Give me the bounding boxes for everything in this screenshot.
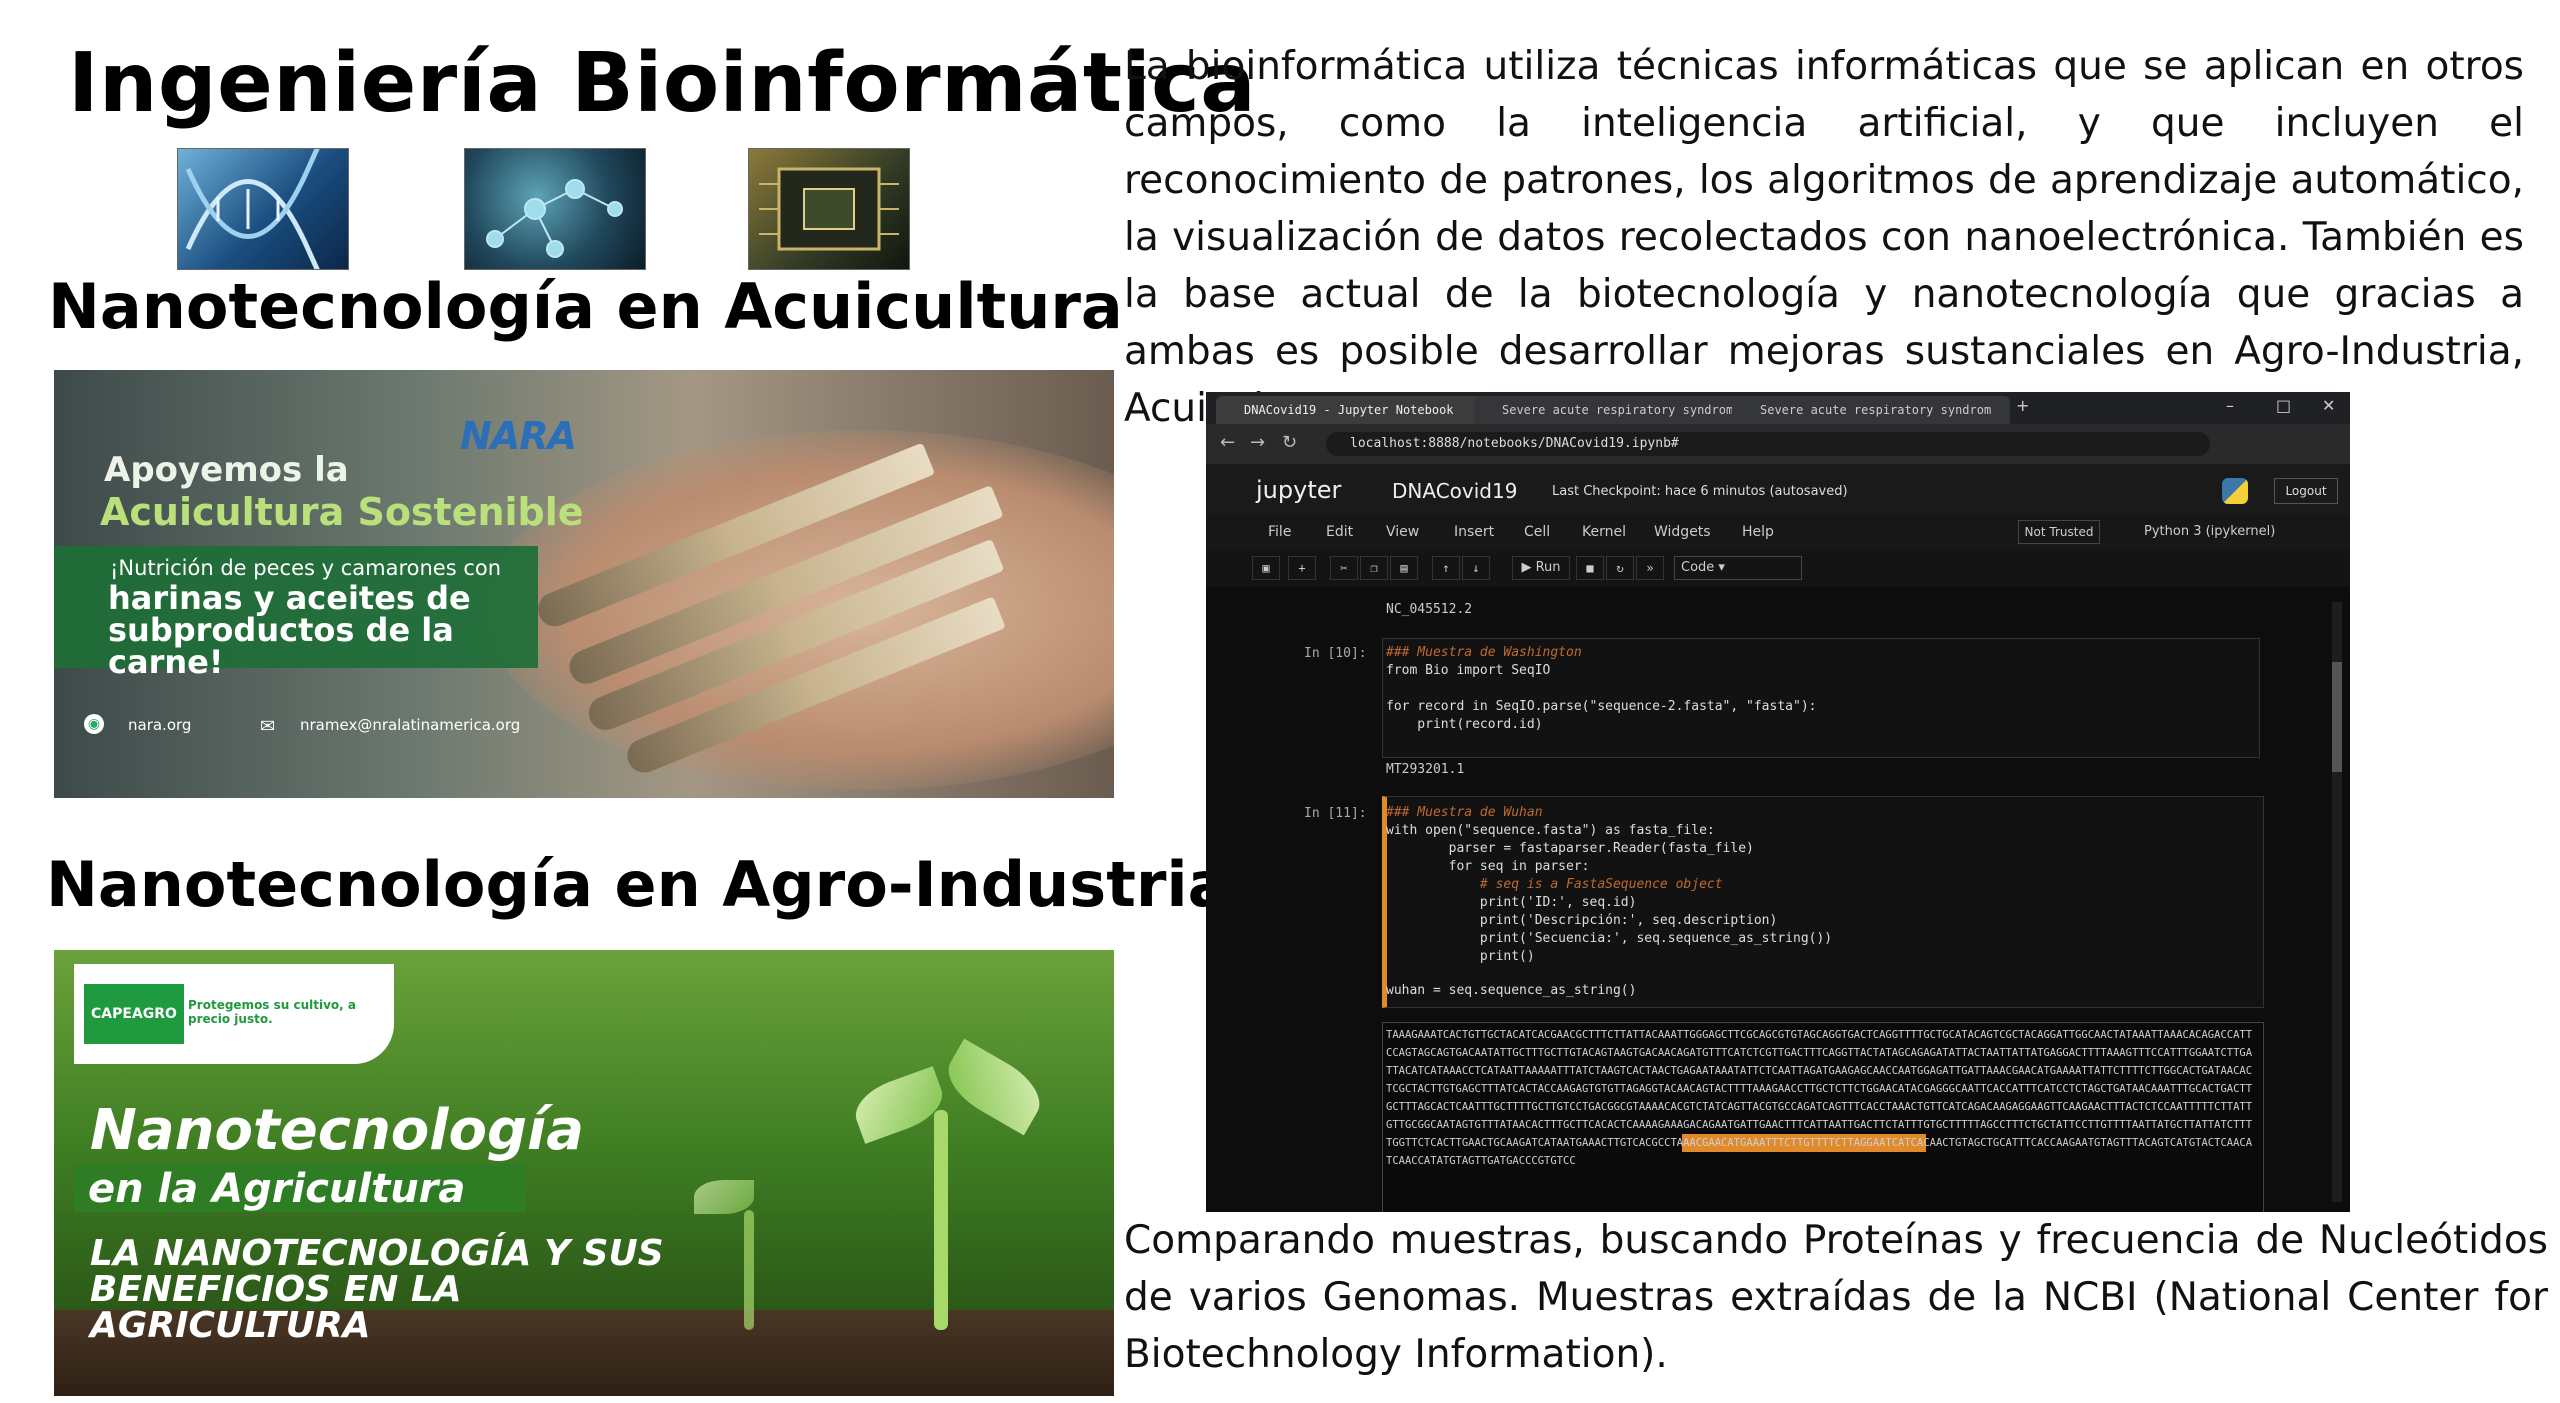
molecule-image [464,148,646,270]
paste-icon[interactable]: ▤ [1390,556,1418,580]
code-line: ### Muestra de Washington [1386,645,1582,660]
reload-icon[interactable]: ↻ [1282,432,1297,453]
back-icon[interactable]: ← [1220,432,1235,453]
code-line: print('Descripción:', seq.description) [1386,913,1778,928]
globe-icon: ◉ [84,714,104,734]
jupyter-logo: jupyter [1256,476,1342,504]
code-line: print('ID:', seq.id) [1386,895,1637,910]
cut-icon[interactable]: ✂ [1330,556,1358,580]
microchip-icon [759,167,899,251]
heading-agro-industria: Nanotecnología en Agro-Industria [46,848,1230,921]
menu-cell[interactable]: Cell [1524,524,1550,540]
nanochip-image [748,148,910,270]
code-line: print(record.id) [1386,717,1543,732]
envelope-icon: ✉ [260,716,276,737]
minimize-icon[interactable]: – [2226,396,2234,415]
output-10: MT293201.1 [1386,762,1465,777]
browser-tab[interactable]: Severe acute respiratory syndrom [1474,396,1752,424]
code-line: for seq in parser: [1386,859,1590,874]
banner-agro-title: Nanotecnología [90,1098,585,1163]
banner-acuicultura-line2: Acuicultura Sostenible [100,490,584,534]
copy-icon[interactable]: ❐ [1360,556,1388,580]
menu-widgets[interactable]: Widgets [1654,524,1711,540]
menu-edit[interactable]: Edit [1326,524,1353,540]
python-logo-icon [2222,478,2248,504]
sequence-output: TAAAGAAATCACTGTTGCTACATCACGAACGCTTTCTTAT… [1386,1029,2253,1167]
menu-help[interactable]: Help [1742,524,1774,540]
code-line: print('Secuencia:', seq.sequence_as_stri… [1386,931,1833,946]
page-title: Ingeniería Bioinformática [68,36,1257,131]
code-line: parser = fastaparser.Reader(fasta_file) [1386,841,1754,856]
output-previous: NC_045512.2 [1386,602,1473,617]
save-icon[interactable]: ▣ [1252,556,1280,580]
nara-logo: NARA [460,414,577,458]
banner-acuicultura-big: harinas y aceites de subproductos de la … [108,579,471,681]
code-line: with open("sequence.fasta") as fasta_fil… [1386,823,1715,838]
jupyter-screenshot: DNACovid19 - Jupyter Notebook Severe acu… [1206,392,2350,1212]
menu-insert[interactable]: Insert [1454,524,1494,540]
code-line: for record in SeqIO.parse("sequence-2.fa… [1386,699,1817,714]
menu-file[interactable]: File [1268,524,1291,540]
banner-acuicultura-line1: Apoyemos la [104,450,349,490]
caption-paragraph: Comparando muestras, buscando Proteínas … [1124,1218,2548,1377]
code-line: from Bio import SeqIO [1386,663,1551,678]
add-cell-icon[interactable]: + [1288,556,1316,580]
maximize-icon[interactable]: □ [2276,396,2291,415]
code-line: print() [1386,949,1535,964]
run-button[interactable]: ▶ Run [1512,556,1570,580]
url-field[interactable]: localhost:8888/notebooks/DNACovid19.ipyn… [1326,432,2210,456]
kernel-indicator: Python 3 (ipykernel) [2144,524,2276,539]
logout-button[interactable]: Logout [2274,478,2338,504]
code-line: wuhan = seq.sequence_as_string() [1386,983,1637,998]
capeagro-slogan: Protegemos su cultivo, a precio justo. [188,998,357,1026]
dna-image [177,148,349,270]
prompt-in-11: In [11]: [1304,806,1367,821]
browser-tab[interactable]: DNACovid19 - Jupyter Notebook [1216,396,1494,424]
checkpoint-status: Last Checkpoint: hace 6 minutos (autosav… [1552,484,1848,499]
code-line: ### Muestra de Wuhan [1386,805,1543,820]
banner-agro-tagline: LA NANOTECNOLOGÍA Y SUS BENEFICIOS EN LA… [90,1233,664,1346]
new-tab-icon[interactable]: + [2016,396,2029,415]
restart-icon[interactable]: ↻ [1606,556,1634,580]
capeagro-logo: CAPEAGRO [84,984,184,1044]
close-icon[interactable]: ✕ [2322,396,2335,415]
move-down-icon[interactable]: ↓ [1462,556,1490,580]
run-label: Run [1535,560,1561,575]
code-line: # seq is a FastaSequence object [1386,877,1723,892]
banner-email: nramex@nralatinamerica.org [300,716,521,734]
trusted-indicator[interactable]: Not Trusted [2018,520,2100,544]
browser-tab[interactable]: Severe acute respiratory syndrom [1732,396,2010,424]
menu-kernel[interactable]: Kernel [1582,524,1626,540]
dna-helix-icon [185,149,320,269]
intro-paragraph: La bioinformática utiliza técnicas infor… [1124,44,2524,431]
prompt-in-10: In [10]: [1304,646,1367,661]
heading-acuicultura: Nanotecnología en Acuicultura [48,270,1123,343]
move-up-icon[interactable]: ↑ [1432,556,1460,580]
molecule-icon [486,179,623,258]
banner-acuicultura: NARA Apoyemos la Acuicultura Sostenible … [54,370,1114,798]
banner-website: nara.org [128,716,192,734]
banner-acuicultura-sub: ¡Nutrición de peces y camarones con [110,556,502,580]
scrollbar-thumb[interactable] [2332,662,2342,772]
banner-agro-industria: CAPEAGRO Protegemos su cultivo, a precio… [54,950,1114,1396]
menu-view[interactable]: View [1386,524,1419,540]
forward-icon[interactable]: → [1250,432,1265,453]
cell-type-value: Code [1681,560,1715,575]
fast-forward-icon[interactable]: » [1636,556,1664,580]
stop-icon[interactable]: ■ [1576,556,1604,580]
notebook-name[interactable]: DNACovid19 [1392,479,1517,503]
banner-agro-subtitle: en la Agricultura [88,1166,466,1212]
cell-type-select[interactable]: Code ▾ [1674,556,1802,580]
